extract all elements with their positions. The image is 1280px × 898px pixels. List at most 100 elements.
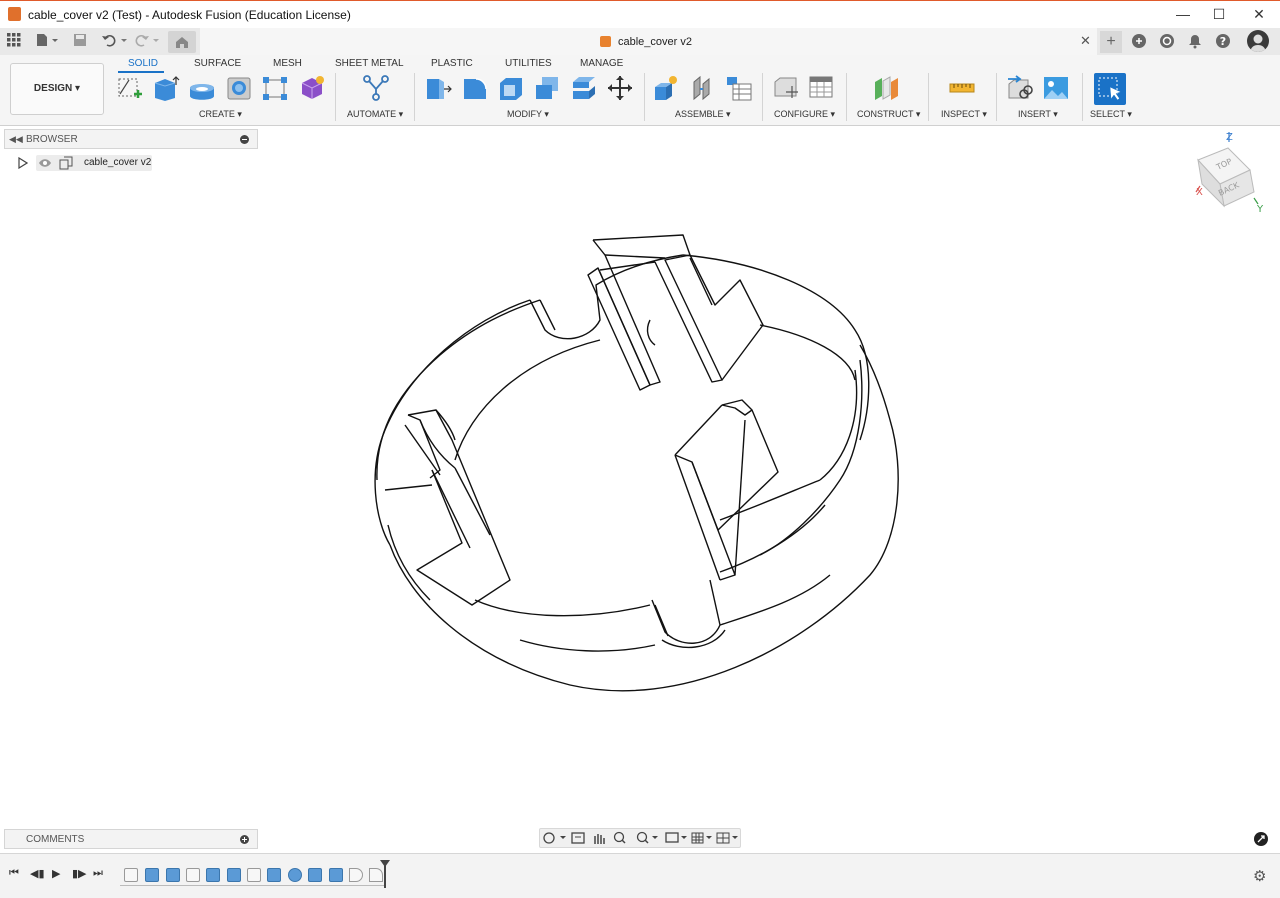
group-create[interactable]: CREATE ▾ — [199, 109, 242, 120]
group-configure[interactable]: CONFIGURE ▾ — [774, 109, 835, 120]
tab-utilities[interactable]: UTILITIES — [505, 58, 552, 69]
hole-icon[interactable] — [225, 74, 253, 102]
home-button[interactable] — [168, 31, 196, 53]
timeline-next-icon[interactable]: ▮▶ — [72, 867, 87, 880]
group-inspect[interactable]: INSPECT ▾ — [941, 109, 987, 120]
group-modify[interactable]: MODIFY ▾ — [507, 109, 549, 120]
add-comment-icon[interactable] — [240, 835, 249, 844]
model-viewport[interactable] — [0, 125, 1280, 828]
workspace-switcher[interactable]: DESIGN ▾ — [10, 63, 104, 115]
tab-surface[interactable]: SURFACE — [194, 58, 241, 69]
job-status-icon[interactable] — [1158, 33, 1176, 49]
press-pull-icon[interactable] — [424, 74, 452, 102]
timeline-sketch-feature[interactable] — [186, 868, 200, 882]
shell-icon[interactable] — [497, 74, 525, 102]
save-icon[interactable] — [72, 33, 88, 49]
maximize-icon[interactable]: ☐ — [1210, 5, 1228, 23]
timeline-track — [120, 885, 385, 886]
timeline-extrude-feature[interactable] — [145, 868, 159, 882]
timeline-previous-icon[interactable]: ◀▮ — [30, 867, 45, 880]
user-avatar[interactable] — [1247, 30, 1269, 52]
undo-icon[interactable] — [100, 33, 130, 49]
title-bar: cable_cover v2 (Test) - Autodesk Fusion … — [0, 0, 1280, 28]
timeline-last-icon[interactable]: ⏭ — [93, 867, 103, 880]
tab-plastic[interactable]: PLASTIC — [431, 58, 473, 69]
group-automate[interactable]: AUTOMATE ▾ — [347, 109, 403, 120]
insert-canvas-icon[interactable] — [1042, 74, 1070, 102]
combine-icon[interactable] — [533, 74, 561, 102]
fusion-app-icon — [8, 7, 21, 21]
file-menu-icon[interactable] — [34, 33, 60, 49]
extrude-icon[interactable] — [152, 74, 180, 102]
group-separator — [928, 73, 929, 121]
redo-icon[interactable] — [134, 33, 162, 49]
timeline-sketch-feature[interactable] — [247, 868, 261, 882]
tab-mesh[interactable]: MESH — [273, 58, 302, 69]
axis-z-label: Z — [1226, 132, 1233, 143]
component-cube-icon — [600, 36, 611, 47]
comments-panel-header[interactable]: COMMENTS — [4, 829, 258, 849]
text-commands-icon[interactable] — [1254, 832, 1268, 846]
timeline-extrude-feature[interactable] — [329, 868, 343, 882]
group-construct[interactable]: CONSTRUCT ▾ — [857, 109, 920, 120]
tab-cable-cover[interactable]: cable_cover v2 ✕ — [200, 28, 1097, 55]
tab-solid[interactable]: SOLID — [128, 58, 158, 69]
timeline-settings-gear-icon[interactable]: ⚙ — [1253, 867, 1266, 885]
bill-of-materials-icon[interactable] — [725, 74, 753, 102]
viewcube[interactable]: TOP BACK Z X Y — [1190, 128, 1270, 218]
joint-icon[interactable] — [689, 74, 717, 102]
tab-title: cable_cover v2 — [618, 36, 692, 48]
group-select[interactable]: SELECT ▾ — [1090, 109, 1132, 120]
fit-zoom-icon[interactable] — [636, 831, 659, 844]
orbit-icon[interactable] — [543, 832, 566, 844]
timeline-extrude-feature[interactable] — [227, 868, 241, 882]
timeline-marker[interactable] — [380, 860, 390, 888]
fillet-icon[interactable] — [461, 74, 489, 102]
timeline-sketch-feature[interactable] — [124, 868, 138, 882]
tab-manage[interactable]: MANAGE — [580, 58, 623, 69]
tab-sheet-metal[interactable]: SHEET METAL — [335, 58, 404, 69]
axis-x-label: X — [1196, 187, 1203, 198]
automate-icon[interactable] — [362, 74, 390, 102]
minimize-icon[interactable]: — — [1174, 5, 1192, 23]
pattern-icon[interactable] — [261, 74, 289, 102]
offset-face-icon[interactable] — [570, 74, 598, 102]
new-component-icon[interactable] — [652, 74, 680, 102]
configure-design-icon[interactable] — [772, 74, 800, 102]
move-copy-icon[interactable] — [606, 74, 634, 102]
create-form-icon[interactable] — [298, 74, 326, 102]
timeline-fillet-feature[interactable] — [288, 868, 302, 882]
timeline-fillet-feature[interactable] — [369, 868, 383, 882]
timeline-extrude-feature[interactable] — [206, 868, 220, 882]
grid-apps-icon[interactable] — [6, 33, 22, 49]
timeline-play-icon[interactable]: ▶ — [52, 867, 60, 880]
help-icon[interactable]: ? — [1214, 33, 1232, 49]
timeline-extrude-feature[interactable] — [308, 868, 322, 882]
active-tab-indicator — [118, 71, 164, 73]
pan-hand-icon[interactable] — [594, 834, 605, 844]
notifications-bell-icon[interactable] — [1186, 33, 1204, 49]
viewports-icon[interactable] — [716, 832, 738, 844]
group-separator — [996, 73, 997, 121]
create-sketch-icon[interactable] — [116, 74, 144, 102]
select-tool-icon[interactable] — [1094, 73, 1126, 105]
revolve-icon[interactable] — [188, 74, 216, 102]
new-tab-plus-icon[interactable]: + — [1100, 31, 1122, 53]
extensions-icon[interactable] — [1130, 33, 1148, 49]
group-assemble[interactable]: ASSEMBLE ▾ — [675, 109, 731, 120]
close-icon[interactable]: ✕ — [1250, 5, 1268, 23]
offset-plane-icon[interactable] — [872, 74, 900, 102]
tab-close-icon[interactable]: ✕ — [1080, 33, 1091, 49]
timeline-extrude-feature[interactable] — [166, 868, 180, 882]
configuration-table-icon[interactable] — [808, 74, 836, 102]
insert-derive-icon[interactable] — [1006, 74, 1034, 102]
group-insert[interactable]: INSERT ▾ — [1018, 109, 1058, 120]
timeline-fillet-feature[interactable] — [349, 868, 363, 882]
look-at-icon[interactable] — [571, 832, 585, 844]
timeline-first-icon[interactable]: ⏮ — [9, 867, 19, 880]
zoom-icon[interactable] — [613, 831, 626, 844]
display-settings-icon[interactable] — [665, 832, 687, 843]
grid-settings-icon[interactable] — [691, 832, 712, 844]
timeline-extrude-feature[interactable] — [267, 868, 281, 882]
measure-icon[interactable] — [948, 74, 976, 102]
